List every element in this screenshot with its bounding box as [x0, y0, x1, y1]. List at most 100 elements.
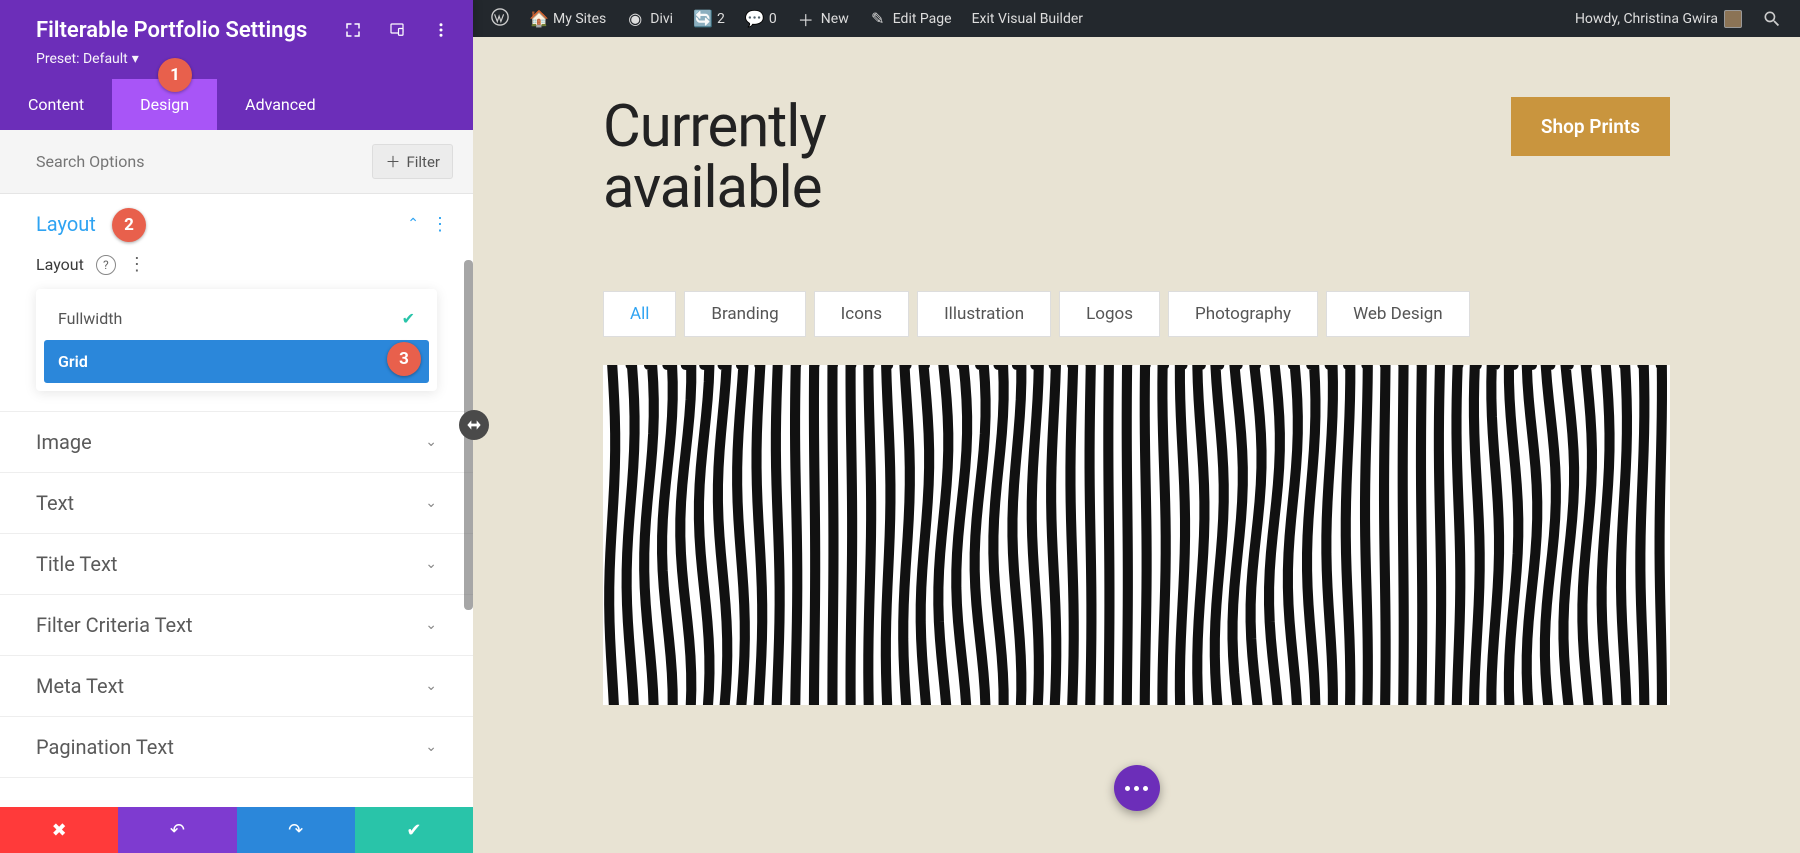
- divi-label: Divi: [650, 11, 673, 27]
- stripes-pattern: [603, 365, 1670, 705]
- exit-builder-label: Exit Visual Builder: [972, 11, 1083, 27]
- section-layout: Layout ⌃ ⋮ 2 Layout ? ⋮ Fullwidth ✔: [0, 194, 473, 412]
- updates-link[interactable]: 🔄2: [683, 0, 735, 37]
- wp-admin-bar: 🏠My Sites ◉Divi 🔄2 💬0 ＋New ✎Edit Page Ex…: [473, 0, 1800, 37]
- help-icon[interactable]: ?: [96, 255, 116, 275]
- panel-body: ＋ Filter Layout ⌃ ⋮ 2 Layout ? ⋮ Fullwidt…: [0, 130, 473, 807]
- panel-actions: ✖ ↶ ↷ ✔: [0, 807, 473, 853]
- layout-options: Fullwidth ✔ Grid 3: [36, 289, 437, 391]
- section-body-layout: Layout ? ⋮ Fullwidth ✔ Grid 3: [0, 254, 473, 411]
- search-row: ＋ Filter: [0, 130, 473, 194]
- chevron-down-icon: ▾: [132, 51, 139, 67]
- divi-settings-panel: Filterable Portfolio Settings Preset: De…: [0, 0, 473, 853]
- responsive-icon[interactable]: [387, 20, 407, 40]
- section-pagination-text: Pagination Text ⌄: [0, 717, 473, 778]
- kebab-menu-icon[interactable]: [431, 20, 451, 40]
- filter-all[interactable]: All: [603, 291, 676, 337]
- section-title-meta-text: Meta Text: [36, 674, 425, 698]
- option-grid-label: Grid: [58, 352, 88, 371]
- layout-field-label: Layout ? ⋮: [36, 254, 437, 275]
- builder-fab[interactable]: [1114, 765, 1160, 811]
- filter-photography[interactable]: Photography: [1168, 291, 1318, 337]
- comments-link[interactable]: 💬0: [735, 0, 787, 37]
- divi-link[interactable]: ◉Divi: [616, 0, 683, 37]
- fab-dot: [1125, 786, 1130, 791]
- wp-logo[interactable]: [481, 0, 519, 37]
- chevron-down-icon: ⌄: [425, 678, 437, 694]
- chevron-down-icon: ⌄: [425, 434, 437, 450]
- panel-resize-handle[interactable]: [459, 410, 489, 440]
- preset-selector[interactable]: Preset: Default ▾: [36, 51, 449, 67]
- section-head-pagination-text[interactable]: Pagination Text ⌄: [0, 717, 473, 777]
- annotation-badge-2: 2: [112, 208, 146, 242]
- filter-web-design[interactable]: Web Design: [1326, 291, 1470, 337]
- heading-line-1: Currently: [603, 93, 826, 161]
- option-fullwidth-label: Fullwidth: [58, 309, 122, 328]
- section-text: Text ⌄: [0, 473, 473, 534]
- check-icon: ✔: [402, 309, 415, 328]
- chevron-down-icon: ⌄: [425, 617, 437, 633]
- section-meta-text: Meta Text ⌄: [0, 656, 473, 717]
- panel-tabs: Content Design Advanced: [0, 79, 473, 130]
- tab-content[interactable]: Content: [0, 79, 112, 130]
- portfolio-item-image[interactable]: [603, 365, 1670, 705]
- undo-button[interactable]: ↶: [118, 807, 236, 853]
- howdy-label: Howdy, Christina Gwira: [1575, 11, 1718, 27]
- search-input[interactable]: [36, 152, 372, 171]
- howdy-user[interactable]: Howdy, Christina Gwira: [1565, 10, 1752, 28]
- option-fullwidth[interactable]: Fullwidth ✔: [44, 297, 429, 340]
- section-title-text: Title Text ⌄: [0, 534, 473, 595]
- option-grid[interactable]: Grid 3: [44, 340, 429, 383]
- filter-illustration[interactable]: Illustration: [917, 291, 1051, 337]
- section-head-text[interactable]: Text ⌄: [0, 473, 473, 533]
- portfolio-filters: All Branding Icons Illustration Logos Ph…: [603, 291, 1670, 337]
- expand-icon[interactable]: [343, 20, 363, 40]
- cancel-button[interactable]: ✖: [0, 807, 118, 853]
- section-head-image[interactable]: Image ⌄: [0, 412, 473, 472]
- section-menu-icon[interactable]: ⋮: [431, 214, 449, 235]
- section-head-filter-criteria[interactable]: Filter Criteria Text ⌄: [0, 595, 473, 655]
- section-head-meta-text[interactable]: Meta Text ⌄: [0, 656, 473, 716]
- filter-icons[interactable]: Icons: [814, 291, 909, 337]
- plus-icon: ＋: [385, 151, 400, 172]
- section-head-title-text[interactable]: Title Text ⌄: [0, 534, 473, 594]
- search-icon[interactable]: [1752, 9, 1792, 29]
- annotation-badge-3: 3: [387, 342, 421, 376]
- my-sites-label: My Sites: [553, 11, 606, 27]
- layout-label-text: Layout: [36, 255, 84, 274]
- field-menu-icon[interactable]: ⋮: [128, 254, 146, 275]
- exit-builder-link[interactable]: Exit Visual Builder: [962, 0, 1093, 37]
- fab-dot: [1143, 786, 1148, 791]
- section-filter-criteria: Filter Criteria Text ⌄: [0, 595, 473, 656]
- chevron-down-icon: ⌄: [425, 739, 437, 755]
- section-title-title-text: Title Text: [36, 552, 425, 576]
- section-title-text: Text: [36, 491, 425, 515]
- chevron-down-icon: ⌄: [425, 495, 437, 511]
- edit-page-label: Edit Page: [893, 11, 952, 27]
- redo-button[interactable]: ↷: [237, 807, 355, 853]
- my-sites-link[interactable]: 🏠My Sites: [519, 0, 616, 37]
- section-head-layout[interactable]: Layout ⌃ ⋮ 2: [0, 194, 473, 254]
- page-preview: Currently available Shop Prints All Bran…: [473, 37, 1800, 853]
- updates-count: 2: [717, 11, 725, 27]
- new-link[interactable]: ＋New: [787, 0, 859, 37]
- annotation-badge-1: 1: [158, 58, 192, 92]
- edit-page-link[interactable]: ✎Edit Page: [859, 0, 962, 37]
- avatar: [1724, 10, 1742, 28]
- fab-dot: [1134, 786, 1139, 791]
- section-title-layout: Layout: [36, 212, 407, 236]
- filter-branding[interactable]: Branding: [684, 291, 805, 337]
- chevron-down-icon: ⌄: [425, 556, 437, 572]
- preset-label: Preset: Default: [36, 51, 128, 67]
- filter-logos[interactable]: Logos: [1059, 291, 1160, 337]
- section-image: Image ⌄: [0, 412, 473, 473]
- shop-prints-button[interactable]: Shop Prints: [1511, 97, 1670, 156]
- chevron-up-icon: ⌃: [407, 216, 419, 232]
- panel-header: Filterable Portfolio Settings Preset: De…: [0, 0, 473, 79]
- comments-count: 0: [769, 11, 777, 27]
- filter-button-label: Filter: [406, 153, 440, 171]
- save-button[interactable]: ✔: [355, 807, 473, 853]
- filter-button[interactable]: ＋ Filter: [372, 144, 453, 179]
- page-title: Currently available: [603, 97, 826, 219]
- tab-advanced[interactable]: Advanced: [217, 79, 344, 130]
